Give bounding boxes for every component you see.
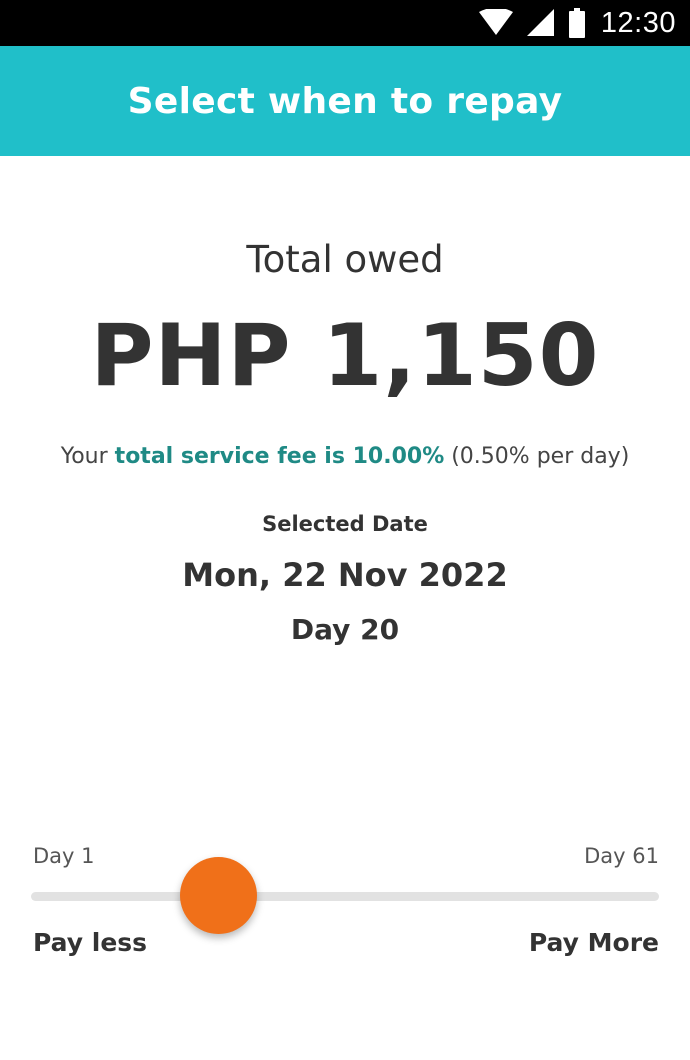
fee-prefix: Your [60,444,115,469]
total-owed-amount: PHP 1,150 [90,306,600,406]
total-owed-label: Total owed [246,238,444,281]
page-title: Select when to repay [127,80,563,122]
repay-day-slider: Day 1 Day 61 Pay less Pay More [0,840,690,980]
fee-suffix: (0.50% per day) [444,444,630,469]
selected-day: Day 20 [290,613,400,646]
status-bar: 12:30 [0,0,690,46]
slider-thumb[interactable] [180,857,257,934]
slider-track[interactable] [31,892,659,901]
slider-min-label: Day 1 [33,844,95,868]
slider-max-label: Day 61 [584,844,659,868]
fee-highlight: total service fee is 10.00% [114,444,445,469]
pay-more-label: Pay More [528,928,659,957]
app-bar: Select when to repay [0,46,690,156]
wifi-icon [478,9,513,37]
selected-date-label: Selected Date [262,512,428,536]
selected-date: Mon, 22 Nov 2022 [182,556,508,594]
pay-less-label: Pay less [33,928,148,957]
status-icons: 12:30 [478,0,676,46]
status-time: 12:30 [600,6,676,39]
service-fee-line: Your total service fee is 10.00% (0.50% … [0,444,690,469]
battery-icon [568,8,585,38]
signal-icon [526,9,555,37]
